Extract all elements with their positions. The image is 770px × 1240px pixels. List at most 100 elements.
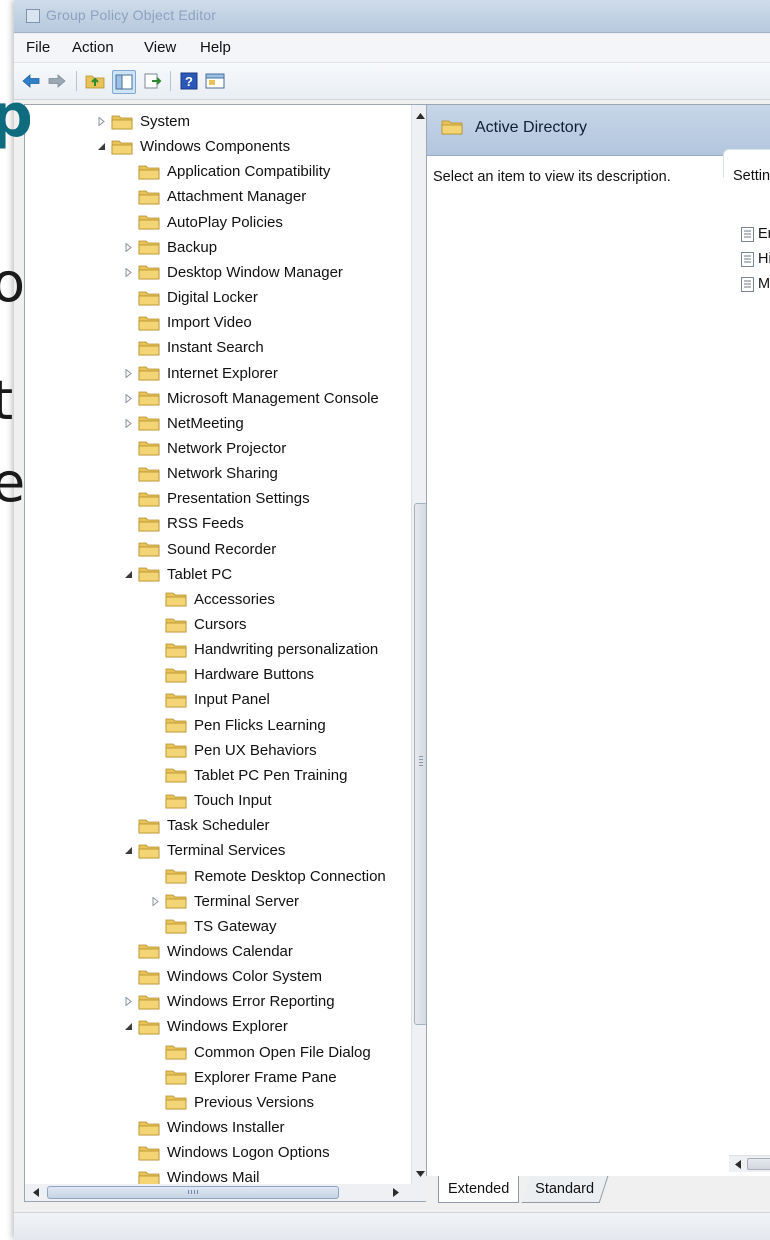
window-title: Group Policy Object Editor	[46, 7, 217, 23]
tree-item-label: Task Scheduler	[167, 817, 270, 835]
folder-icon	[138, 491, 160, 507]
tree-item[interactable]: Cursors	[149, 612, 247, 637]
tree-item[interactable]: Windows Color System	[122, 964, 322, 989]
tree-item[interactable]: AutoPlay Policies	[122, 210, 283, 235]
tree-item-label: Touch Input	[194, 792, 272, 810]
export-list-icon[interactable]	[142, 70, 164, 92]
tree-item[interactable]: Windows Mail	[122, 1165, 260, 1185]
menu-view[interactable]: View	[144, 39, 176, 56]
tree-item[interactable]: Application Compatibility	[122, 159, 330, 184]
tree-item-label: Input Panel	[194, 691, 270, 709]
tree-item[interactable]: Common Open File Dialog	[149, 1040, 371, 1065]
tree-item-label: Sound Recorder	[167, 540, 277, 558]
slide-letter: p	[0, 81, 30, 151]
tree-item[interactable]: Accessories	[149, 587, 275, 612]
tree-item[interactable]: Remote Desktop Connection	[149, 864, 386, 889]
tree-item[interactable]: Desktop Window Manager	[122, 260, 343, 285]
up-folder-icon[interactable]	[84, 70, 106, 92]
tree-item[interactable]: Attachment Manager	[122, 184, 306, 209]
tree-item[interactable]: Hardware Buttons	[149, 662, 314, 687]
tree-item[interactable]: TS Gateway	[149, 914, 277, 939]
expand-arrow-icon[interactable]	[95, 116, 107, 128]
menu-action[interactable]: Action	[72, 39, 114, 56]
tree-item[interactable]: Windows Calendar	[122, 939, 293, 964]
tree-item[interactable]: Task Scheduler	[122, 813, 270, 838]
tree-horizontal-scrollbar[interactable]	[24, 1184, 430, 1202]
collapse-arrow-icon[interactable]	[122, 845, 134, 857]
tree-item[interactable]: Presentation Settings	[122, 486, 310, 511]
tree-item[interactable]: Windows Error Reporting	[122, 989, 335, 1014]
expand-arrow-icon[interactable]	[122, 996, 134, 1008]
collapse-arrow-icon[interactable]	[122, 568, 134, 580]
tree-item[interactable]: Tablet PC Pen Training	[149, 763, 347, 788]
tree-item[interactable]: Import Video	[122, 310, 252, 335]
tree-item[interactable]: Previous Versions	[149, 1090, 314, 1115]
menu-help[interactable]: Help	[200, 39, 231, 56]
folder-icon	[138, 189, 160, 205]
tree-item[interactable]: Pen Flicks Learning	[149, 713, 326, 738]
tree-item[interactable]: Windows Installer	[122, 1115, 285, 1140]
setting-row[interactable]: M	[741, 273, 770, 295]
tree-item-label: Terminal Services	[167, 842, 286, 860]
forward-icon[interactable]	[46, 70, 68, 92]
tree-item-label: AutoPlay Policies	[167, 213, 283, 231]
expand-arrow-icon[interactable]	[122, 266, 134, 278]
tree-item[interactable]: System	[95, 109, 190, 134]
tree-item[interactable]: Terminal Server	[149, 889, 299, 914]
expand-arrow-icon[interactable]	[122, 392, 134, 404]
help-icon[interactable]: ?	[178, 70, 200, 92]
collapse-arrow-icon[interactable]	[95, 141, 107, 153]
folder-icon	[138, 239, 160, 255]
expand-arrow-icon[interactable]	[122, 417, 134, 429]
setting-row[interactable]: En	[741, 223, 770, 245]
properties-icon[interactable]	[204, 70, 226, 92]
tree-item-label: Internet Explorer	[167, 364, 278, 382]
expand-arrow-icon[interactable]	[122, 367, 134, 379]
horizontal-scroll-thumb[interactable]	[747, 1158, 770, 1170]
horizontal-scroll-thumb[interactable]	[47, 1186, 339, 1199]
tree-item[interactable]: Handwriting personalization	[149, 637, 378, 662]
tree-item[interactable]: Internet Explorer	[122, 361, 278, 386]
scroll-left-arrow-icon[interactable]	[731, 1157, 745, 1171]
tree-item[interactable]: Network Projector	[122, 436, 286, 461]
tree-item[interactable]: Sound Recorder	[122, 537, 276, 562]
tree-item[interactable]: Instant Search	[122, 335, 264, 360]
tree-item-label: Microsoft Management Console	[167, 389, 379, 407]
folder-icon	[138, 315, 160, 331]
setting-row[interactable]: Hi	[741, 248, 770, 270]
tree-item[interactable]: Windows Explorer	[122, 1014, 288, 1039]
tree-item[interactable]: Tablet PC	[122, 562, 232, 587]
tree-item[interactable]: NetMeeting	[122, 411, 244, 436]
title-bar[interactable]: Group Policy Object Editor	[14, 0, 770, 33]
expand-arrow-icon[interactable]	[149, 895, 161, 907]
tree-item-label: Explorer Frame Pane	[194, 1068, 337, 1086]
folder-icon	[165, 1094, 187, 1110]
tree-item[interactable]: Input Panel	[149, 687, 270, 712]
tree-item[interactable]: RSS Feeds	[122, 511, 244, 536]
tree-item[interactable]: Explorer Frame Pane	[149, 1065, 337, 1090]
tree-item[interactable]: Digital Locker	[122, 285, 258, 310]
tree-item[interactable]: Backup	[122, 235, 217, 260]
tree-item-label: Common Open File Dialog	[194, 1043, 371, 1061]
tree-item[interactable]: Terminal Services	[122, 838, 285, 863]
tree-item[interactable]: Pen UX Behaviors	[149, 738, 317, 763]
tree-item[interactable]: Network Sharing	[122, 461, 278, 486]
tree-item[interactable]: Windows Components	[95, 134, 290, 159]
scroll-right-arrow-icon[interactable]	[387, 1184, 404, 1201]
details-horizontal-scrollbar[interactable]	[729, 1155, 770, 1172]
show-hide-tree-icon[interactable]	[112, 70, 136, 94]
tree-item[interactable]: Touch Input	[149, 788, 272, 813]
collapse-arrow-icon[interactable]	[122, 1021, 134, 1033]
tree-item[interactable]: Windows Logon Options	[122, 1140, 330, 1165]
tab-extended[interactable]: Extended	[438, 1176, 520, 1203]
tab-standard[interactable]: Standard	[521, 1176, 609, 1203]
expand-arrow-icon[interactable]	[122, 241, 134, 253]
setting-column-header[interactable]: Settin	[733, 168, 770, 184]
tree-item[interactable]: Microsoft Management Console	[122, 386, 379, 411]
